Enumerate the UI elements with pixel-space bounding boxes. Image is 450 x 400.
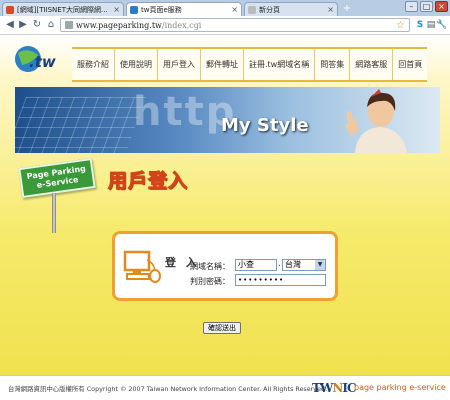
- menu-faq[interactable]: 問答集: [315, 49, 351, 80]
- submit-button[interactable]: 確認送出: [203, 322, 241, 334]
- menu-mail-forwarding[interactable]: 郵件轉址: [201, 49, 244, 80]
- tab-tiisnet[interactable]: [網域][TIISNET大同網際網... ×: [2, 2, 124, 16]
- footer-tagline: page parking e-service: [354, 383, 446, 392]
- home-icon[interactable]: ⌂: [45, 19, 57, 31]
- menu-online-support[interactable]: 網路客服: [350, 49, 394, 80]
- sign-pole: [52, 193, 56, 233]
- minimize-button[interactable]: –: [405, 1, 418, 12]
- password-label: 判別密碼：: [190, 277, 230, 286]
- forward-icon[interactable]: ▶: [17, 19, 29, 31]
- address-bar[interactable]: www.pageparking.tw /index.cgi ☆: [60, 18, 410, 32]
- chevron-down-icon[interactable]: ▼: [315, 260, 325, 270]
- close-tab-icon[interactable]: ×: [231, 5, 238, 14]
- login-form: 登 入 網域名稱： 小查 . 台灣 ▼ 判別密碼： •••••••••: [112, 231, 338, 301]
- wrench-icon[interactable]: 🔧: [436, 19, 448, 31]
- page-body: .tw 服務介紹 使用說明 用戶登入 郵件轉址 註冊.tw網域名稱 問答集 網路…: [0, 35, 450, 400]
- back-icon[interactable]: ◀: [4, 19, 16, 31]
- new-tab-favicon-icon: [248, 5, 256, 14]
- site-favicon-icon: [130, 5, 138, 14]
- banner-my-style: My Style: [221, 115, 309, 136]
- close-tab-icon[interactable]: ×: [113, 5, 120, 14]
- tab-label: [網域][TIISNET大同網際網...: [17, 5, 108, 14]
- keyboard-graphic: [15, 97, 146, 153]
- tw-logo[interactable]: .tw: [14, 43, 58, 75]
- tab-new[interactable]: 新分頁 ×: [244, 2, 338, 16]
- tab-pageparking[interactable]: tw頁面e服務 ×: [126, 2, 242, 16]
- window-controls: – □ ×: [405, 1, 448, 12]
- page-icon: [65, 21, 73, 29]
- page-parking-sign: Page Parking e-Service: [12, 155, 98, 235]
- menu-instructions[interactable]: 使用說明: [115, 49, 158, 80]
- svg-text:.tw: .tw: [29, 53, 56, 71]
- domain-name-label: 網域名稱：: [190, 262, 230, 271]
- tld-selected-value: 台灣: [285, 260, 301, 269]
- main-menu: 服務介紹 使用說明 用戶登入 郵件轉址 註冊.tw網域名稱 問答集 網路客服 回…: [72, 47, 428, 82]
- navigation-bar: ◀ ▶ ↻ ⌂ www.pageparking.tw /index.cgi ☆ …: [0, 16, 450, 35]
- menu-service-intro[interactable]: 服務介紹: [72, 49, 115, 80]
- footer: 台灣網路資訊中心版權所有 Copyright © 2007 Taiwan Net…: [0, 375, 450, 400]
- copyright-text: 台灣網路資訊中心版權所有 Copyright © 2007 Taiwan Net…: [8, 385, 328, 393]
- password-input[interactable]: •••••••••: [235, 274, 326, 286]
- tld-select[interactable]: 台灣 ▼: [282, 259, 326, 271]
- tab-label: 新分頁: [259, 5, 280, 14]
- reload-icon[interactable]: ↻: [31, 19, 43, 31]
- site-favicon-icon: [6, 5, 14, 14]
- maximize-button[interactable]: □: [420, 1, 433, 12]
- tab-label: tw頁面e服務: [141, 5, 182, 14]
- menu-user-login[interactable]: 用戶登入: [158, 49, 201, 80]
- computer-icon: [123, 250, 161, 283]
- menu-register-domain[interactable]: 註冊.tw網域名稱: [244, 49, 316, 80]
- banner: http My Style: [15, 87, 440, 153]
- bookmark-star-icon[interactable]: ☆: [396, 20, 405, 31]
- close-window-button[interactable]: ×: [435, 1, 448, 12]
- person-thumbs-up-image: [345, 89, 407, 153]
- domain-dot: .: [278, 259, 281, 269]
- new-tab-button[interactable]: +: [341, 4, 353, 14]
- url-host: www.pageparking.tw: [76, 20, 162, 30]
- close-tab-icon[interactable]: ×: [327, 5, 334, 14]
- twnic-logo: TWNIC: [312, 381, 357, 395]
- url-path: /index.cgi: [161, 20, 202, 30]
- page-title: 用戶登入: [107, 170, 189, 193]
- domain-name-input[interactable]: 小查: [235, 259, 277, 271]
- menu-home[interactable]: 回首頁: [393, 49, 427, 80]
- tab-strip: [網域][TIISNET大同網際網... × tw頁面e服務 × 新分頁 × +…: [0, 0, 450, 16]
- sign-board: Page Parking e-Service: [18, 157, 96, 199]
